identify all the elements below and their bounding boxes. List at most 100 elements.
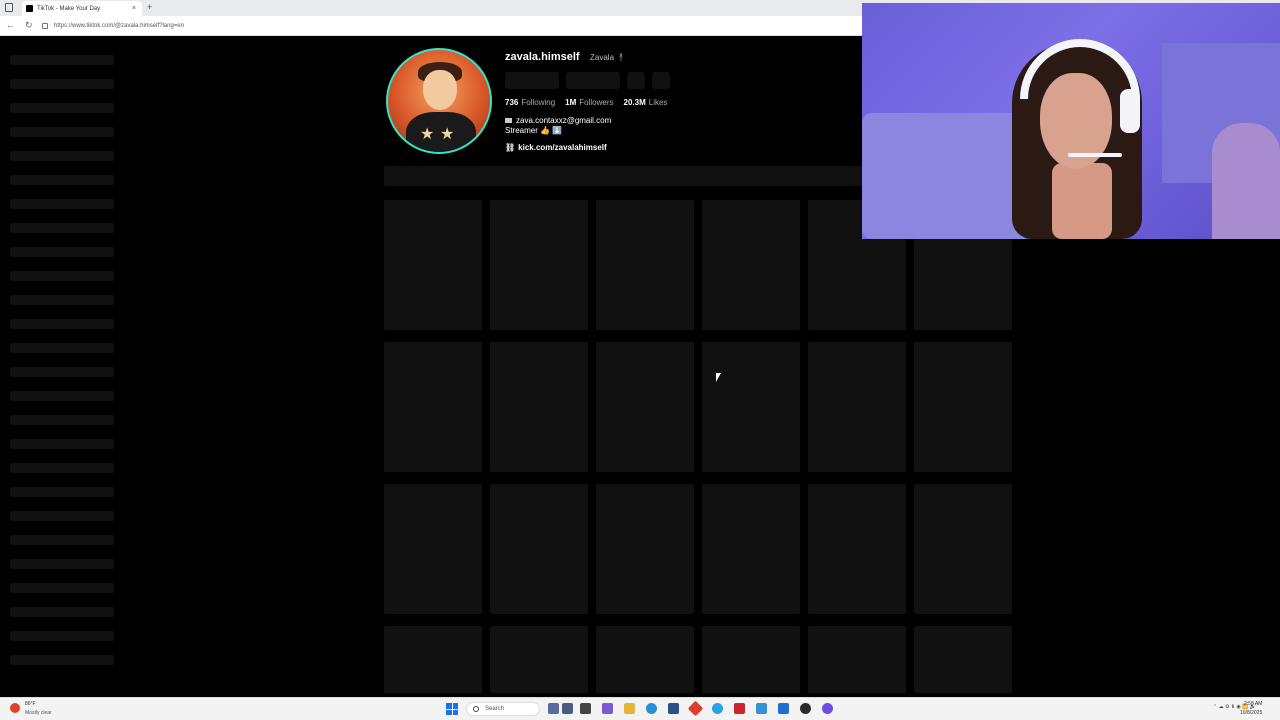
followers-stat[interactable]: 1M Followers [565,98,613,107]
webcam-overlay [862,3,1280,239]
sidebar-skeleton-bar [10,343,114,353]
follow-button-skeleton[interactable] [505,72,559,89]
sidebar-skeleton-bar [10,487,114,497]
video-thumbnail-skeleton[interactable] [384,200,482,330]
video-thumbnail-skeleton[interactable] [914,626,1012,693]
sidebar-skeleton-bar [10,655,114,665]
star-icon: ★ [420,126,435,143]
video-thumbnail-skeleton[interactable] [914,484,1012,614]
message-button-skeleton[interactable] [566,72,620,89]
video-thumbnail-skeleton[interactable] [808,342,906,472]
clock-time[interactable]: 2:58 AM [1244,701,1262,707]
taskbar-search[interactable]: Search [466,702,540,716]
task-view-icon[interactable] [580,703,591,714]
chrome-like-icon[interactable] [712,703,723,714]
video-thumbnail-skeleton[interactable] [702,342,800,472]
video-thumbnail-skeleton[interactable] [808,626,906,693]
webcam-chair [1212,123,1280,239]
tab-title: TikTok - Make Your Day [37,5,101,12]
sidebar-skeleton-bar [10,79,114,89]
video-thumbnail-skeleton[interactable] [490,342,588,472]
video-thumbnail-skeleton[interactable] [596,626,694,693]
more-button-skeleton[interactable] [652,72,670,89]
video-thumbnail-skeleton[interactable] [808,484,906,614]
laptop-icon [505,118,512,124]
followers-label: Followers [579,98,614,107]
clock-date[interactable]: 10/8/2025 [1240,710,1262,716]
following-count: 736 [505,98,519,107]
video-thumbnail-skeleton[interactable] [384,626,482,693]
edge-browser-icon[interactable] [646,703,657,714]
store-app-icon[interactable] [668,703,679,714]
reload-button[interactable]: ↻ [25,20,33,31]
video-thumbnail-skeleton[interactable] [490,484,588,614]
weather-desc: Mostly clear [25,710,52,716]
video-thumbnail-skeleton[interactable] [384,342,482,472]
bio-email-line: zava.contaxxz@gmail.com [505,116,611,125]
site-info-icon[interactable] [42,23,48,29]
tab-close-icon[interactable]: × [132,5,136,12]
video-thumbnail-skeleton[interactable] [596,484,694,614]
widgets-app-icon[interactable] [548,703,559,714]
app-diamond-icon[interactable] [687,700,704,717]
video-thumbnail-skeleton[interactable] [702,626,800,693]
video-thumbnail-skeleton[interactable] [384,484,482,614]
profile-link[interactable]: ⛓ kick.com/zavalahimself [505,143,607,152]
following-stat[interactable]: 736 Following [505,98,555,107]
profile-display-name: Zavala 🕴 [590,53,627,62]
back-button[interactable]: ← [6,20,15,30]
weather-app-icon[interactable] [756,703,767,714]
video-grid-skeleton [384,200,1012,693]
video-thumbnail-skeleton[interactable] [490,200,588,330]
bio-line-2: Streamer 👍 ⬇️ [505,126,563,135]
sidebar-skeleton-bar [10,631,114,641]
sidebar-skeleton-bar [10,559,114,569]
copilot-app-icon[interactable] [602,703,613,714]
profile-username: zavala.himself [505,51,580,63]
url-field[interactable]: https://www.tiktok.com/@zavala.himself?l… [42,19,822,33]
sidebar-skeleton-bar [10,607,114,617]
video-thumbnail-skeleton[interactable] [596,200,694,330]
headset-earcup [1120,89,1140,133]
sidebar-skeleton-bar [10,103,114,113]
video-thumbnail-skeleton[interactable] [914,342,1012,472]
tab-actions-icon[interactable] [5,3,13,12]
sidebar-skeleton-bar [10,127,114,137]
followers-count: 1M [565,98,577,107]
antivirus-icon[interactable] [734,703,745,714]
likes-label: Likes [648,98,668,107]
video-thumbnail-skeleton[interactable] [490,626,588,693]
mouse-cursor [716,373,721,382]
sidebar-skeleton-bar [10,55,114,65]
sidebar-skeleton-bar [10,415,114,425]
people-app-icon[interactable] [562,703,573,714]
sidebar-skeleton-bar [10,439,114,449]
headset-mic [1068,153,1122,157]
obs-app-icon[interactable] [800,703,811,714]
weather-icon[interactable] [10,703,20,713]
profile-link-text: kick.com/zavalahimself [518,143,607,152]
sidebar-skeleton-bar [10,367,114,377]
bio-email: zava.contaxxz@gmail.com [516,116,612,125]
sidebar-skeleton-bar [10,199,114,209]
sidebar-skeleton-bar [10,319,114,329]
taskbar-search-label: Search [485,706,505,712]
video-thumbnail-skeleton[interactable] [596,342,694,472]
new-tab-button[interactable]: + [147,2,152,12]
url-text: https://www.tiktok.com/@zavala.himself?l… [54,23,184,29]
link-icon: ⛓ [505,143,516,152]
sidebar-skeleton-bar [10,295,114,305]
discord-app-icon[interactable] [822,703,833,714]
likes-count: 20.3M [623,98,646,107]
video-thumbnail-skeleton[interactable] [702,200,800,330]
start-button[interactable] [446,703,458,715]
profile-avatar[interactable]: ★ ★ [386,48,492,154]
file-explorer-icon[interactable] [624,703,635,714]
profile-stats: 736 Following 1M Followers 20.3M Likes [505,98,667,107]
outlook-app-icon[interactable] [778,703,789,714]
sidebar-skeleton-bar [10,223,114,233]
browser-tab-tiktok[interactable]: TikTok - Make Your Day × [22,1,142,16]
add-friend-button-skeleton[interactable] [627,72,645,89]
video-thumbnail-skeleton[interactable] [702,484,800,614]
windows-taskbar: 86°F Mostly clear Search ⌃ ☁ ⚙ ⬇ ◉ 📶 🔊 2… [0,697,1280,720]
